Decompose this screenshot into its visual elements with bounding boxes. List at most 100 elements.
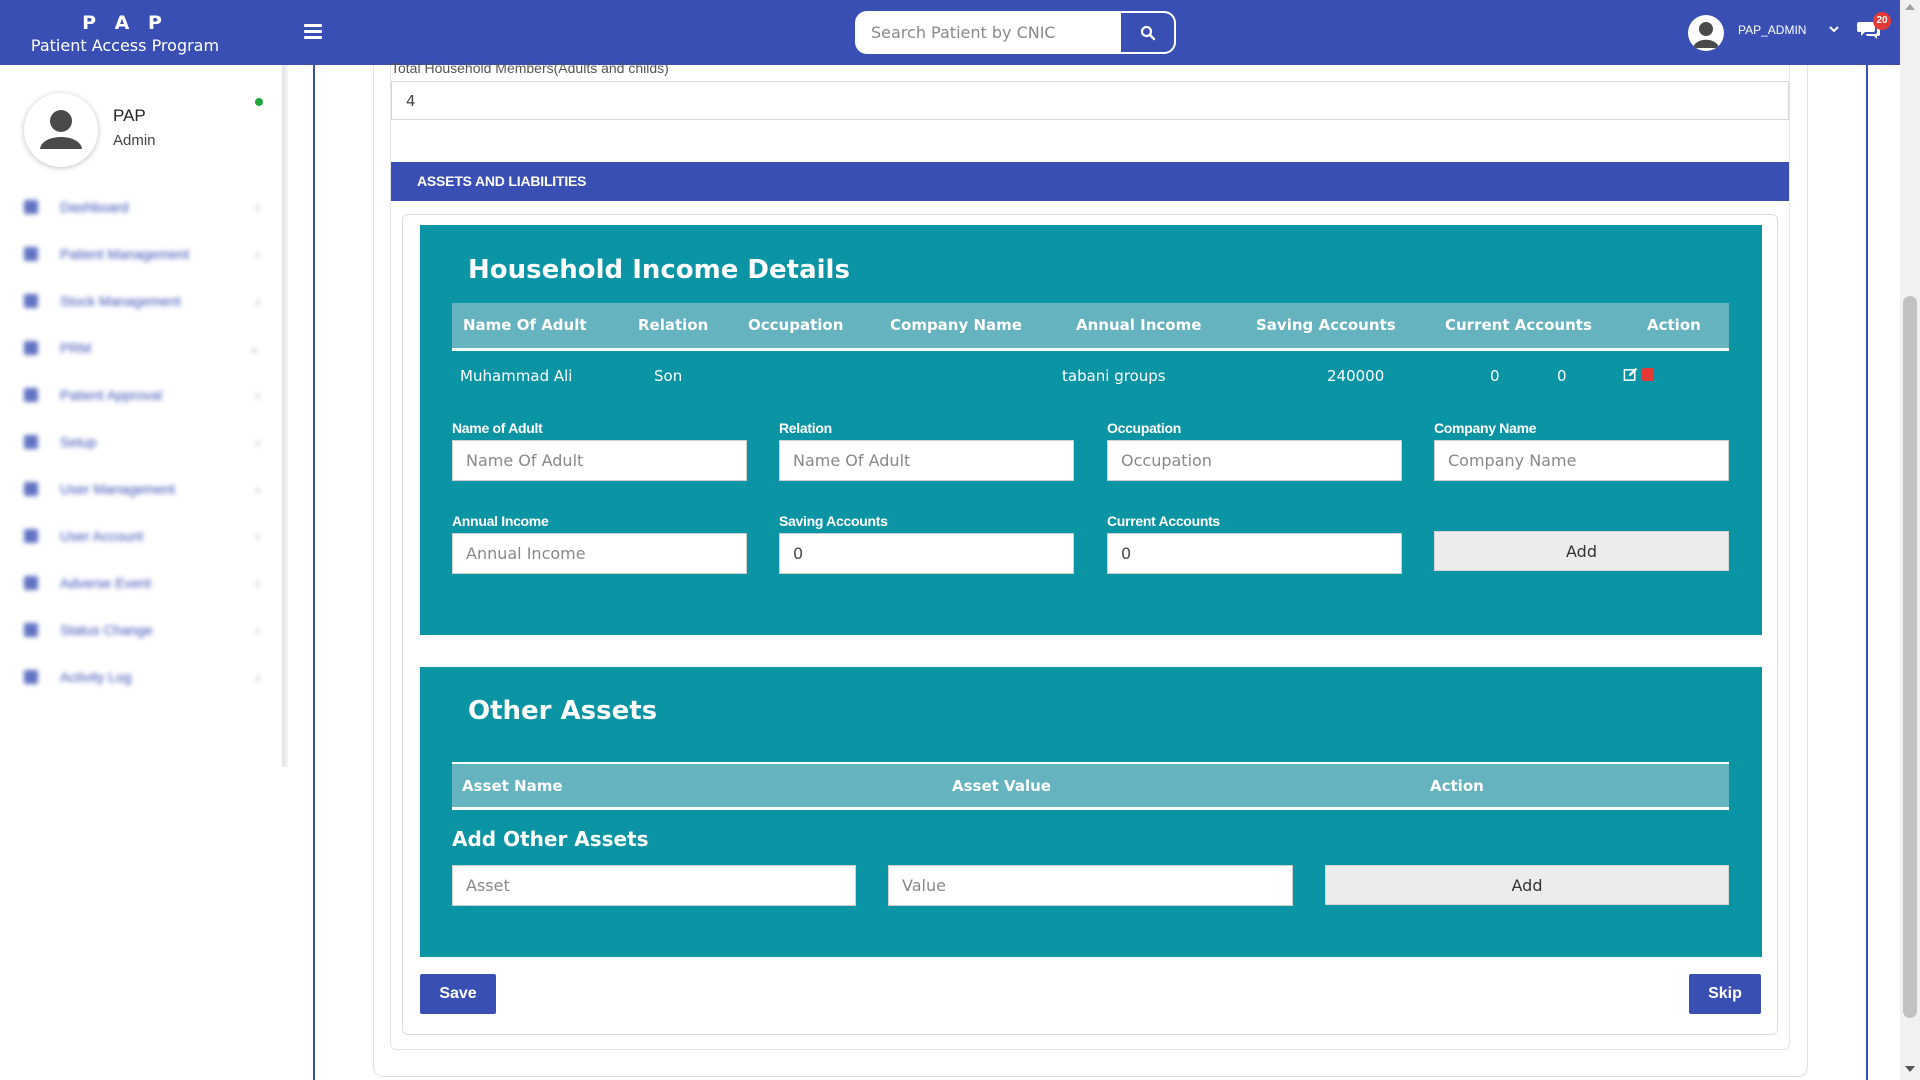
save-button[interactable]: Save — [420, 974, 496, 1014]
content-border-left — [313, 65, 315, 1080]
col-occupation: Occupation — [748, 316, 844, 334]
assets-title: Other Assets — [468, 696, 658, 726]
user-name[interactable]: PAP_ADMIN — [1738, 23, 1806, 37]
saving-accounts-label: Saving Accounts — [779, 513, 888, 529]
edit-icon[interactable] — [1623, 367, 1638, 382]
add-assets-heading: Add Other Assets — [452, 827, 649, 851]
chevron-right-icon: › — [255, 574, 260, 591]
user-avatar-icon[interactable] — [1688, 15, 1724, 51]
menu-toggle-icon[interactable] — [304, 20, 322, 42]
cell-saving: 0 — [1490, 367, 1500, 385]
cell-current: 0 — [1557, 367, 1567, 385]
brand-logo[interactable]: P A P Patient Access Program — [0, 0, 250, 65]
current-accounts-label: Current Accounts — [1107, 513, 1220, 529]
col-name: Name Of Adult — [463, 316, 587, 334]
skip-button[interactable]: Skip — [1689, 974, 1761, 1014]
section-header: ASSETS AND LIABILITIES — [391, 162, 1789, 201]
col-asset-name: Asset Name — [462, 777, 563, 795]
scrollbar-thumb[interactable] — [1903, 296, 1917, 1018]
patient-icon — [24, 246, 38, 261]
name-of-adult-input[interactable] — [452, 440, 747, 481]
occupation-label: Occupation — [1107, 420, 1182, 436]
relation-input[interactable] — [779, 440, 1074, 481]
col-current: Current Accounts — [1445, 316, 1592, 334]
setup-icon — [24, 434, 38, 449]
chevron-right-icon: › — [255, 198, 260, 215]
dashboard-icon — [24, 199, 38, 214]
annual-income-label: Annual Income — [452, 513, 549, 529]
sidebar-item-label: Patient Approval — [60, 386, 162, 403]
saving-accounts-input[interactable] — [779, 533, 1074, 574]
sidebar-item-setup[interactable]: Setup › — [24, 418, 264, 465]
chevron-right-icon: › — [255, 621, 260, 638]
scroll-down-icon[interactable] — [1905, 1066, 1915, 1072]
add-asset-button[interactable]: Add — [1325, 865, 1729, 905]
sidebar-item-prm[interactable]: PRM ⌄ — [24, 324, 264, 371]
asset-name-input[interactable] — [452, 865, 856, 906]
cell-name: Muhammad Ali — [460, 367, 573, 385]
add-income-button[interactable]: Add — [1434, 531, 1729, 571]
income-table-header: Name Of Adult Relation Occupation Compan… — [452, 303, 1729, 351]
col-company: Company Name — [890, 316, 1022, 334]
company-name-input[interactable] — [1434, 440, 1729, 481]
sidebar-item-label: User Account — [60, 527, 144, 544]
income-title: Household Income Details — [468, 255, 850, 285]
name-of-adult-label: Name of Adult — [452, 420, 543, 436]
col-asset-action: Action — [1430, 777, 1484, 795]
log-icon — [24, 669, 38, 684]
members-label: Total Household Members(Adults and child… — [391, 60, 669, 76]
approval-icon — [24, 387, 38, 402]
sidebar-item-dashboard[interactable]: Dashboard › — [24, 183, 264, 230]
sidebar-item-activity-log[interactable]: Activity Log › — [24, 653, 264, 700]
online-status-dot — [255, 98, 263, 106]
search-input[interactable] — [857, 13, 1121, 52]
sidebar-item-label: PRM — [60, 339, 92, 356]
profile-avatar-icon — [24, 93, 98, 167]
status-icon — [24, 622, 38, 637]
asset-value-input[interactable] — [888, 865, 1293, 906]
col-asset-value: Asset Value — [952, 777, 1051, 795]
delete-icon[interactable] — [1642, 368, 1654, 381]
scroll-up-icon[interactable] — [1905, 4, 1915, 10]
brand-title: P A P — [82, 12, 168, 34]
sidebar-item-adverse-event[interactable]: Adverse Event › — [24, 559, 264, 606]
search-button[interactable] — [1121, 13, 1174, 52]
sidebar-item-user-account[interactable]: User Account › — [24, 512, 264, 559]
chevron-down-icon[interactable] — [1827, 22, 1841, 36]
search-icon — [1140, 25, 1155, 40]
event-icon — [24, 575, 38, 590]
sidebar-item-stock-management[interactable]: Stock Management › — [24, 277, 264, 324]
chevron-right-icon: › — [255, 480, 260, 497]
sidebar-item-patient-management[interactable]: Patient Management › — [24, 230, 264, 277]
account-icon — [24, 528, 38, 543]
annual-income-input[interactable] — [452, 533, 747, 574]
chevron-right-icon: › — [255, 433, 260, 450]
sidebar-item-user-management[interactable]: User Management › — [24, 465, 264, 512]
col-saving: Saving Accounts — [1256, 316, 1396, 334]
sidebar-item-label: Activity Log — [60, 668, 132, 685]
row-actions — [1623, 367, 1654, 382]
sidebar-item-patient-approval[interactable]: Patient Approval › — [24, 371, 264, 418]
assets-table-header: Asset Name Asset Value Action — [452, 762, 1729, 810]
sidebar-item-label: Stock Management — [60, 292, 181, 309]
top-navbar: P A P Patient Access Program PAP_ADMIN 2… — [0, 0, 1900, 65]
members-input[interactable] — [391, 81, 1789, 120]
chevron-right-icon: › — [255, 668, 260, 685]
occupation-input[interactable] — [1107, 440, 1402, 481]
sidebar-divider — [282, 65, 288, 767]
col-annual-income: Annual Income — [1076, 316, 1202, 334]
chevron-down-icon: ⌄ — [248, 339, 260, 355]
brand-subtitle: Patient Access Program — [30, 36, 220, 55]
sidebar-item-label: Setup — [60, 433, 97, 450]
col-action: Action — [1647, 316, 1701, 334]
current-accounts-input[interactable] — [1107, 533, 1402, 574]
sidebar-item-label: User Management — [60, 480, 176, 497]
relation-label: Relation — [779, 420, 832, 436]
content-border-right — [1866, 65, 1868, 1080]
profile-role: Admin — [113, 132, 156, 149]
sidebar-item-label: Status Change — [60, 621, 153, 638]
users-icon — [24, 481, 38, 496]
sidebar-item-status-change[interactable]: Status Change › — [24, 606, 264, 653]
notification-badge: 20 — [1873, 12, 1891, 30]
sidebar-item-label: Dashboard — [60, 198, 129, 215]
